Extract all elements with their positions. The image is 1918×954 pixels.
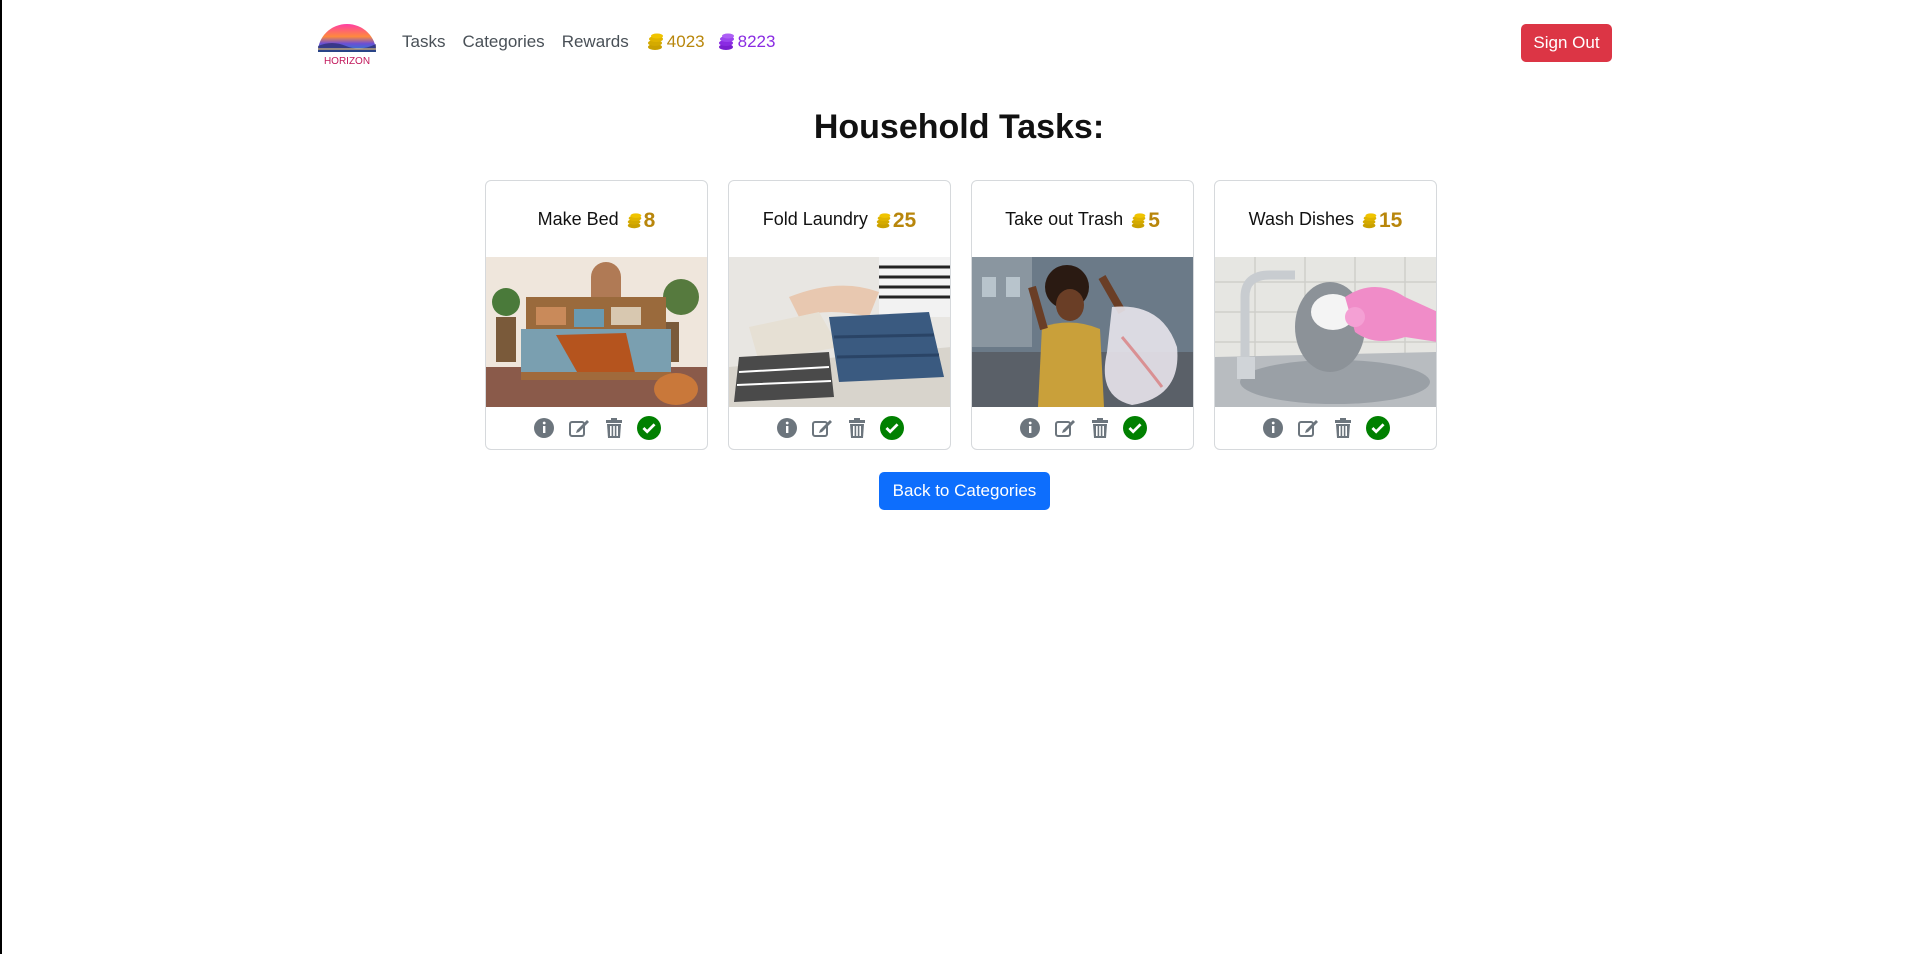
card-header: Wash Dishes 15 [1215,181,1436,257]
horizon-logo[interactable]: HORIZON [316,22,378,66]
card-header: Make Bed 8 [486,181,707,257]
check-circle-icon[interactable] [1366,416,1390,440]
task-card: Fold Laundry 25 [728,180,951,450]
task-card: Take out Trash 5 [971,180,1194,450]
task-points: 25 [875,209,916,233]
card-actions [1215,407,1436,449]
nav-links: Tasks Categories Rewards 4023 8223 [402,32,787,52]
task-card: Make Bed 8 [485,180,708,450]
trash-icon[interactable] [1331,416,1355,440]
gold-coins-icon [627,213,641,229]
nav-rewards-link[interactable]: Rewards [562,32,629,52]
card-header: Take out Trash 5 [972,181,1193,257]
logo-text: HORIZON [324,56,370,66]
task-points: 5 [1130,209,1160,233]
task-points: 15 [1361,209,1402,233]
task-card: Wash Dishes 15 [1214,180,1437,450]
gold-coin-count: 4023 [666,32,705,51]
info-icon[interactable] [532,416,556,440]
task-title: Make Bed [537,208,619,229]
task-points: 8 [626,209,656,233]
task-points-value: 15 [1379,209,1403,232]
gold-coins-icon [876,213,891,229]
dishes-image [1215,257,1436,407]
gold-coins-icon [647,33,663,50]
purple-coin-count: 8223 [737,32,776,51]
task-points-value: 5 [1148,209,1160,232]
task-title: Fold Laundry [762,208,868,229]
nav-tasks-link[interactable]: Tasks [402,32,445,52]
check-circle-icon[interactable] [637,416,661,440]
trash-icon[interactable] [602,416,626,440]
check-circle-icon[interactable] [1123,416,1147,440]
edit-icon[interactable] [1296,416,1320,440]
back-to-categories-button[interactable]: Back to Categories [879,472,1050,510]
card-actions [729,407,950,449]
task-title: Wash Dishes [1248,208,1354,229]
edit-icon[interactable] [1053,416,1077,440]
purple-coin-balance: 8223 [717,32,776,52]
check-circle-icon[interactable] [880,416,904,440]
navbar: HORIZON Tasks Categories Rewards 4023 82… [316,20,1612,66]
card-actions [972,407,1193,449]
edit-icon[interactable] [810,416,834,440]
sign-out-button[interactable]: Sign Out [1521,24,1612,62]
laundry-image [729,257,950,407]
card-actions [486,407,707,449]
gold-coin-balance: 4023 [646,32,705,52]
bedroom-image [486,257,707,407]
task-points-value: 25 [892,209,917,232]
nav-categories-link[interactable]: Categories [462,32,544,52]
info-icon[interactable] [1018,416,1042,440]
page-title: Household Tasks: [813,108,1105,146]
edit-icon[interactable] [567,416,591,440]
info-icon[interactable] [1261,416,1285,440]
card-header: Fold Laundry 25 [729,181,950,257]
info-icon[interactable] [775,416,799,440]
trash-image [972,257,1193,407]
task-points-value: 8 [643,209,656,232]
purple-coins-icon [718,33,734,50]
gold-coins-icon [1362,213,1377,229]
trash-icon[interactable] [1088,416,1112,440]
trash-icon[interactable] [845,416,869,440]
gold-coins-icon [1131,213,1146,229]
task-card-list: Make Bed 8 Fold Laundry 25 Take out Tras… [485,180,1437,450]
task-title: Take out Trash [1005,208,1124,229]
